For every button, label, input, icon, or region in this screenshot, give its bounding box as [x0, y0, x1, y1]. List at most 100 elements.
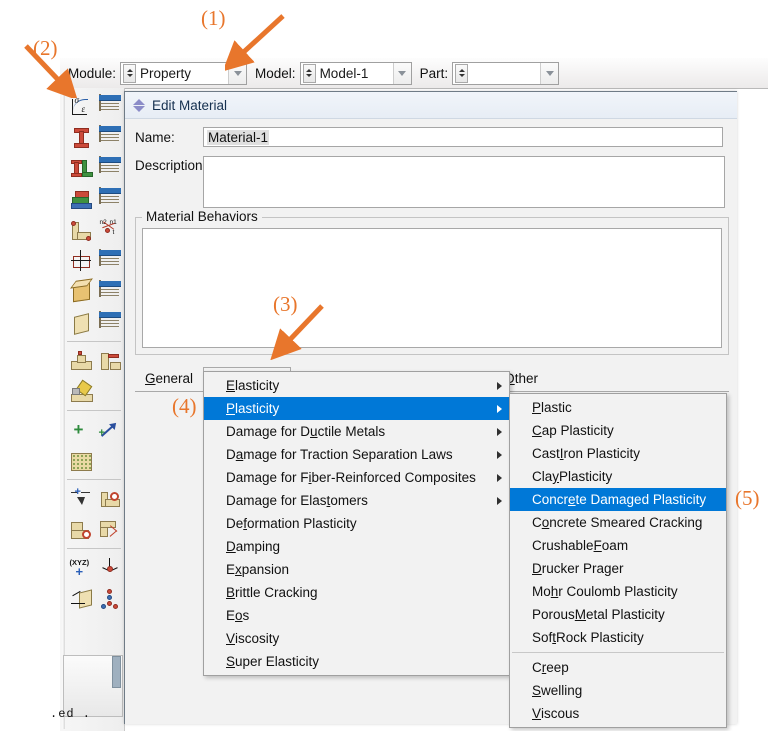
callout-label-5: (5)	[735, 486, 760, 510]
toolbox-separator	[67, 548, 121, 549]
part-spinner[interactable]	[455, 63, 469, 83]
profile-create-icon[interactable]	[66, 153, 95, 182]
model-value: Model-1	[319, 65, 369, 81]
menu-item-viscosity[interactable]: Viscosity	[204, 627, 509, 650]
menu-item-creep[interactable]: Cr eep	[510, 656, 726, 679]
material-orientation-icon[interactable]: n2 n1 t	[95, 215, 124, 244]
composite-table-icon[interactable]	[95, 184, 124, 213]
material-behaviors-label: Material Behaviors	[142, 209, 262, 224]
shell-section-icon[interactable]	[66, 308, 95, 337]
name-label: Name:	[135, 129, 175, 145]
callout-arrow-1	[225, 14, 285, 72]
part-combo[interactable]	[452, 61, 560, 85]
menu-item-concrete-damaged-plasticity[interactable]: Concr e te Damaged Plasticity	[510, 488, 726, 511]
profile-table-icon[interactable]	[95, 153, 124, 182]
shell-table-icon[interactable]	[95, 308, 124, 337]
menu-item-damage-for-elastomers[interactable]: Damage for Elas t omers	[204, 489, 509, 512]
menu-item-brittle-cracking[interactable]: Brittle Cracking	[204, 581, 509, 604]
context-bar: Module: Property Model: Model-1 Part:	[60, 58, 768, 89]
composite-layup-icon[interactable]	[66, 184, 95, 213]
skin-create-icon[interactable]	[66, 346, 95, 375]
menu-item-plastic[interactable]: Plastic	[510, 396, 726, 419]
menu-item-soft-rock-plasticity[interactable]: Sof t Rock Plasticity	[510, 626, 726, 649]
callout-label-2: (2)	[33, 36, 58, 60]
viewport-left-edge	[42, 88, 61, 731]
empty-cell	[95, 377, 124, 406]
plasticity-submenu[interactable]: Plastic Cap Plasticity Cast Iron Plasticit…	[509, 393, 727, 728]
tab-general[interactable]: General	[135, 367, 203, 392]
description-label: Description:	[135, 158, 207, 173]
menu-item-mohr-coulomb-plasticity[interactable]: Mo h r Coulomb Plasticity	[510, 580, 726, 603]
scrollbar-thumb[interactable]	[112, 656, 121, 688]
menu-item-elasticity[interactable]: Elasticity	[204, 374, 509, 397]
menu-item-swelling[interactable]: Swelling	[510, 679, 726, 702]
partition-face-icon[interactable]: +	[66, 484, 95, 513]
stringer-create-icon[interactable]	[95, 346, 124, 375]
menu-item-eos[interactable]: Eos	[204, 604, 509, 627]
empty-cell	[95, 446, 124, 475]
section-table-icon[interactable]	[95, 122, 124, 151]
dialog-title: Edit Material	[152, 97, 228, 113]
reference-point-icon[interactable]	[95, 553, 124, 582]
menu-item-cast-iron-plasticity[interactable]: Cast Iron Plasticity	[510, 442, 726, 465]
node-icon[interactable]	[95, 584, 124, 613]
menu-item-crushable-foam[interactable]: Crushable Foam	[510, 534, 726, 557]
model-spinner[interactable]	[302, 63, 316, 83]
menu-item-super-elasticity[interactable]: Super Elasticity	[204, 650, 509, 673]
chevron-down-icon[interactable]	[540, 62, 559, 84]
section-assignment-icon[interactable]	[66, 215, 95, 244]
name-row: Name: Material-1	[135, 127, 737, 147]
callout-label-4: (4)	[172, 394, 197, 418]
chevron-down-icon[interactable]	[392, 62, 411, 84]
description-row: Description:	[135, 156, 737, 208]
name-input[interactable]: Material-1	[203, 127, 723, 147]
status-line: .ed .	[50, 707, 92, 721]
menu-item-damage-for-fiber-reinforced-composites[interactable]: Damage for Fi ber-Reinforced Composites	[204, 466, 509, 489]
material-table-icon[interactable]	[95, 91, 124, 120]
menu-item-viscous[interactable]: Viscous	[510, 702, 726, 725]
material-behaviors-group: Material Behaviors	[135, 209, 729, 355]
menu-item-plasticity[interactable]: Plasticity	[204, 397, 509, 420]
name-input-value: Material-1	[207, 130, 270, 145]
menu-item-expansion[interactable]: Ex pansion	[204, 558, 509, 581]
mechanical-menu[interactable]: Elasticity Plasticity Damage for Du ctile M…	[203, 371, 510, 676]
section-create-icon[interactable]	[66, 122, 95, 151]
partition-scissors-icon[interactable]	[95, 515, 124, 544]
model-combo[interactable]: Model-1	[299, 61, 412, 85]
callout-label-3: (3)	[273, 292, 298, 316]
abaqus-diamond-icon	[133, 98, 146, 112]
toolbox-separator	[67, 479, 121, 480]
datum-point-icon[interactable]: +	[66, 415, 95, 444]
menu-item-damping[interactable]: Damping	[204, 535, 509, 558]
dialog-titlebar[interactable]: Edit Material	[125, 92, 737, 119]
menu-item-damage-for-traction-separation-laws[interactable]: Da mage for Traction Separation Laws	[204, 443, 509, 466]
beam-orientation-icon[interactable]	[66, 246, 95, 275]
module-spinner[interactable]	[123, 63, 137, 83]
measure-icon[interactable]	[66, 584, 95, 613]
partition-edge-icon[interactable]	[66, 515, 95, 544]
beam-table-icon[interactable]	[95, 246, 124, 275]
callout-label-1: (1)	[201, 6, 226, 30]
menu-item-porous-metal-plasticity[interactable]: Porous Metal Plasticity	[510, 603, 726, 626]
menu-separator	[512, 652, 724, 653]
material-behaviors-list[interactable]	[142, 228, 722, 348]
module-toolbox: σ ε t + + + (XYZ) +	[60, 88, 125, 731]
toolbox-separator	[67, 341, 121, 342]
toolbox-grip[interactable]	[62, 90, 65, 729]
menu-item-concrete-smeared-cracking[interactable]: Co ncrete Smeared Cracking	[510, 511, 726, 534]
description-input[interactable]	[203, 156, 725, 208]
menu-item-cap-plasticity[interactable]: Cap Plasticity	[510, 419, 726, 442]
solid-table-icon[interactable]	[95, 277, 124, 306]
menu-item-drucker-prager[interactable]: Drucker Prager	[510, 557, 726, 580]
menu-item-damage-for-ductile-metals[interactable]: Damage for Du ctile Metals	[204, 420, 509, 443]
datum-axis-icon[interactable]: +	[95, 415, 124, 444]
part-label: Part:	[419, 65, 449, 81]
datum-plane-grid-icon[interactable]	[66, 446, 95, 475]
csys-create-icon[interactable]: (XYZ) +	[66, 553, 95, 582]
partition-cell-icon[interactable]	[95, 484, 124, 513]
solid-section-icon[interactable]	[66, 277, 95, 306]
toolbox-separator	[67, 410, 121, 411]
menu-item-deformation-plasticity[interactable]: De f ormation Plasticity	[204, 512, 509, 535]
special-inertia-icon[interactable]	[66, 377, 95, 406]
menu-item-clay-plasticity[interactable]: Cla y Plasticity	[510, 465, 726, 488]
